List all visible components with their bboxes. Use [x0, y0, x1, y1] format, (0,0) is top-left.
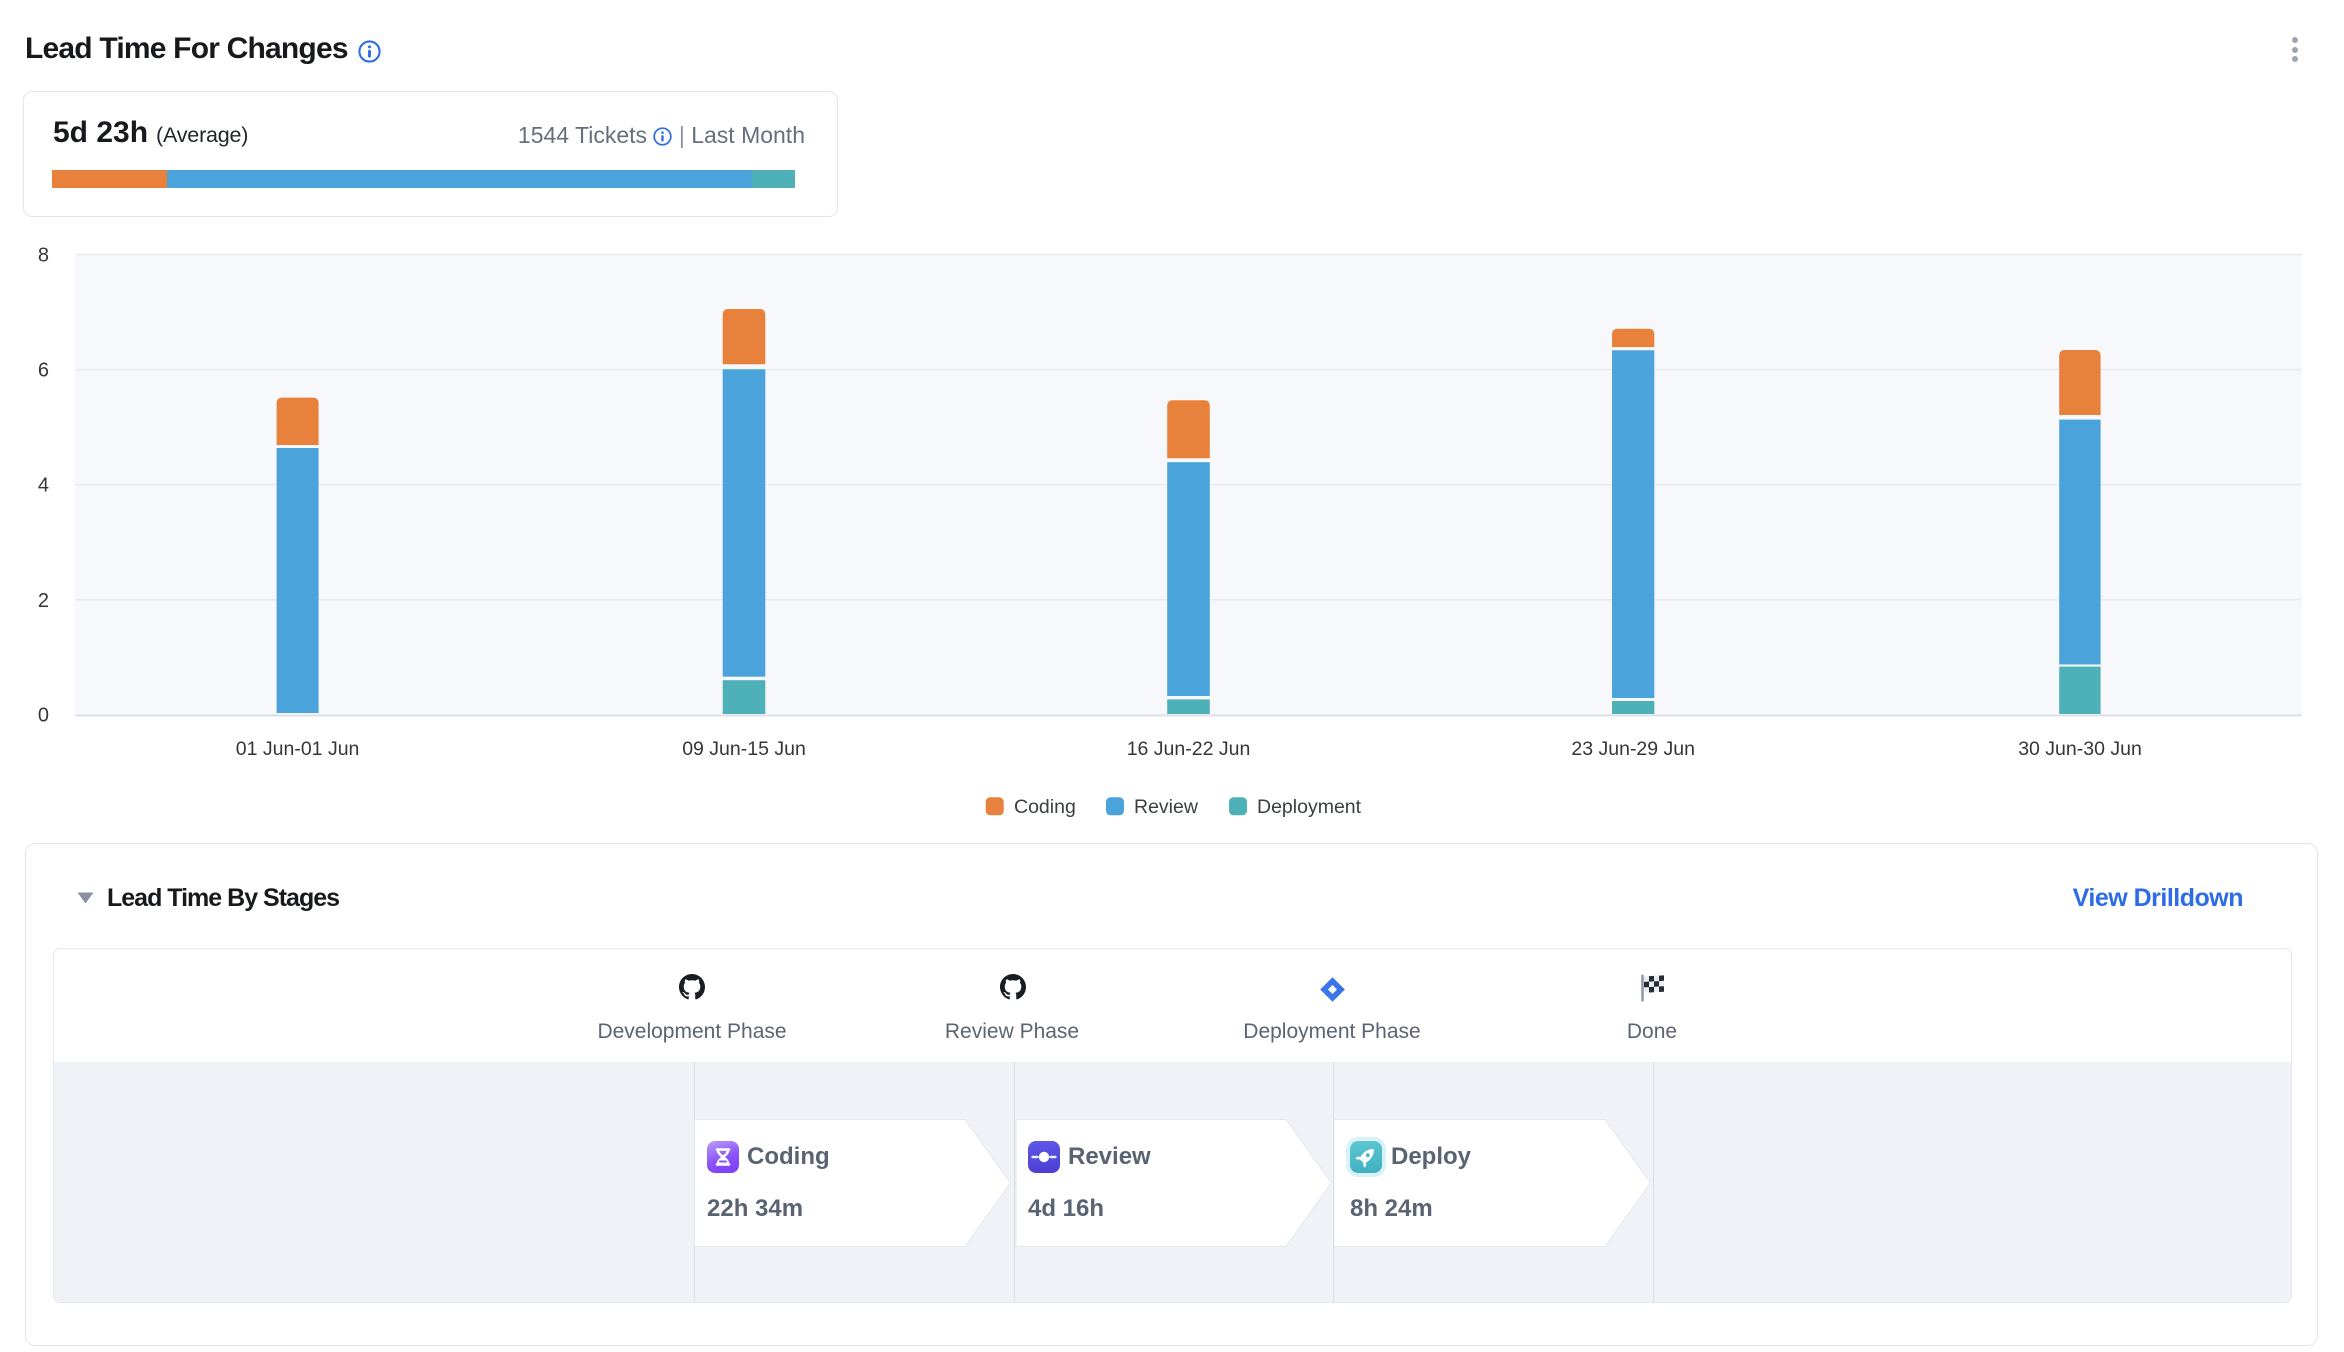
svg-text:8: 8	[38, 245, 49, 267]
svg-text:16 Jun-22 Jun: 16 Jun-22 Jun	[1127, 738, 1251, 760]
svg-text:30 Jun-30 Jun: 30 Jun-30 Jun	[2018, 738, 2142, 760]
svg-text:6: 6	[38, 360, 49, 382]
svg-text:09 Jun-15 Jun: 09 Jun-15 Jun	[682, 738, 806, 760]
svg-text:4: 4	[38, 475, 49, 497]
svg-text:01 Jun-01 Jun: 01 Jun-01 Jun	[236, 738, 360, 760]
svg-text:0: 0	[38, 705, 49, 727]
svg-text:Deployment: Deployment	[1257, 796, 1362, 818]
svg-text:2: 2	[38, 590, 49, 612]
svg-text:23 Jun-29 Jun: 23 Jun-29 Jun	[1571, 738, 1695, 760]
svg-text:Coding: Coding	[1014, 796, 1076, 818]
svg-text:Review: Review	[1134, 796, 1199, 818]
